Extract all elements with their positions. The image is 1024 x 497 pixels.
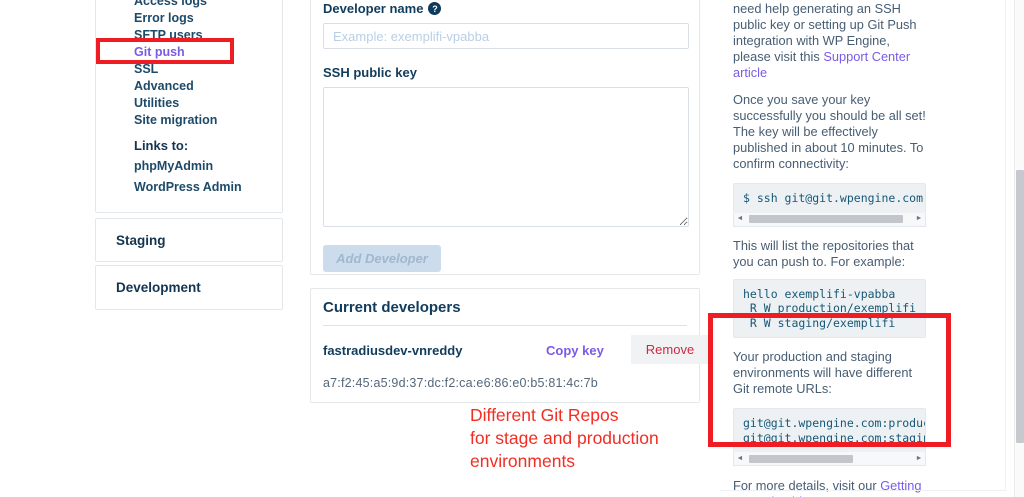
- ssh-public-key-textarea[interactable]: [323, 87, 689, 227]
- help-paragraph-remote-urls: Your production and staging environments…: [733, 349, 913, 396]
- help-icon[interactable]: ?: [428, 2, 442, 15]
- scroll-left-arrow-icon[interactable]: ◄: [734, 212, 746, 226]
- page-vertical-scrollbar[interactable]: [1014, 0, 1024, 497]
- developer-name-label-row: Developer name ?: [323, 1, 687, 16]
- development-label: Development: [116, 280, 201, 295]
- sidebar-link-wordpress-admin[interactable]: WordPress Admin: [134, 179, 282, 196]
- sidebar-link-phpmyadmin[interactable]: phpMyAdmin: [134, 158, 282, 175]
- sidebar-section-staging[interactable]: Staging: [95, 218, 283, 262]
- git-push-settings-page: Access logs Error logs SFTP users Git pu…: [0, 0, 1024, 497]
- scroll-right-arrow-icon[interactable]: ►: [913, 212, 925, 226]
- add-developer-form-card: Developer name ? SSH public key Add Deve…: [310, 0, 700, 275]
- help-paragraph-repos: This will list the repositories that you…: [733, 237, 914, 269]
- sidebar-item-site-migration[interactable]: Site migration: [134, 112, 282, 129]
- add-developer-button[interactable]: Add Developer: [323, 245, 441, 272]
- sidebar-links-heading: Links to:: [134, 138, 189, 153]
- ssh-key-fingerprint: a7:f2:45:a5:9d:37:dc:f2:ca:e6:86:e0:b5:8…: [323, 376, 598, 390]
- hscroll-thumb[interactable]: [749, 215, 903, 223]
- remove-developer-button[interactable]: Remove: [631, 335, 709, 364]
- hscroll-track: [746, 214, 913, 224]
- sidebar-item-advanced[interactable]: Advanced: [134, 78, 282, 95]
- sidebar-item-error-logs[interactable]: Error logs: [134, 10, 282, 27]
- hscroll-track: [746, 454, 913, 464]
- ssh-public-key-label: SSH public key: [323, 65, 417, 80]
- sidebar-item-ssl[interactable]: SSL: [134, 61, 282, 78]
- help-paragraph-more-details: For more details, visit our Getting Star…: [733, 478, 926, 497]
- sidebar-menu: Access logs Error logs SFTP users Git pu…: [95, 0, 283, 213]
- sidebar-item-access-logs[interactable]: Access logs: [134, 0, 282, 10]
- divider: [323, 325, 687, 326]
- current-developers-card: Current developers fastradiusdev-vnreddy…: [310, 288, 709, 403]
- current-developers-title: Current developers: [323, 299, 461, 316]
- vertical-scrollbar-thumb[interactable]: [1016, 170, 1024, 443]
- sidebar-item-git-push[interactable]: Git push: [134, 44, 282, 61]
- scroll-left-arrow-icon[interactable]: ◄: [734, 452, 746, 466]
- copy-key-link[interactable]: Copy key: [546, 343, 604, 358]
- help-paragraph-save-key: Once you save your key successfully you …: [733, 92, 926, 171]
- help-panel-right-edge: [1005, 0, 1006, 490]
- scroll-right-arrow-icon[interactable]: ►: [913, 452, 925, 466]
- sidebar-section-development[interactable]: Development: [95, 265, 283, 310]
- code-block-3-hscrollbar[interactable]: ◄ ►: [733, 452, 926, 466]
- staging-label: Staging: [116, 232, 166, 248]
- code-block-1-hscrollbar[interactable]: ◄ ►: [733, 212, 926, 227]
- developer-name-input[interactable]: [323, 23, 689, 49]
- hscroll-thumb[interactable]: [749, 454, 853, 463]
- developer-name-label: Developer name: [323, 1, 424, 16]
- help-paragraph-ssh: need help generating an SSH public key o…: [733, 1, 917, 80]
- developer-row: fastradiusdev-vnreddy Copy key Remove: [323, 335, 709, 367]
- code-block-remote-urls[interactable]: git@git.wpengine.com:production/exemplif…: [733, 408, 926, 452]
- code-block-repo-list[interactable]: hello exemplifi-vpabba R W production/ex…: [733, 278, 926, 338]
- red-annotation-text: Different Git Repos for stage and produc…: [470, 405, 659, 471]
- developer-name: fastradiusdev-vnreddy: [323, 343, 463, 358]
- help-panel-bottom-edge: [720, 490, 1006, 491]
- help-panel: need help generating an SSH public key o…: [733, 1, 926, 497]
- sidebar-item-sftp-users[interactable]: SFTP users: [134, 27, 282, 44]
- sidebar-item-utilities[interactable]: Utilities: [134, 95, 282, 112]
- code-block-ssh-info[interactable]: $ ssh git@git.wpengine.com info: [733, 183, 926, 213]
